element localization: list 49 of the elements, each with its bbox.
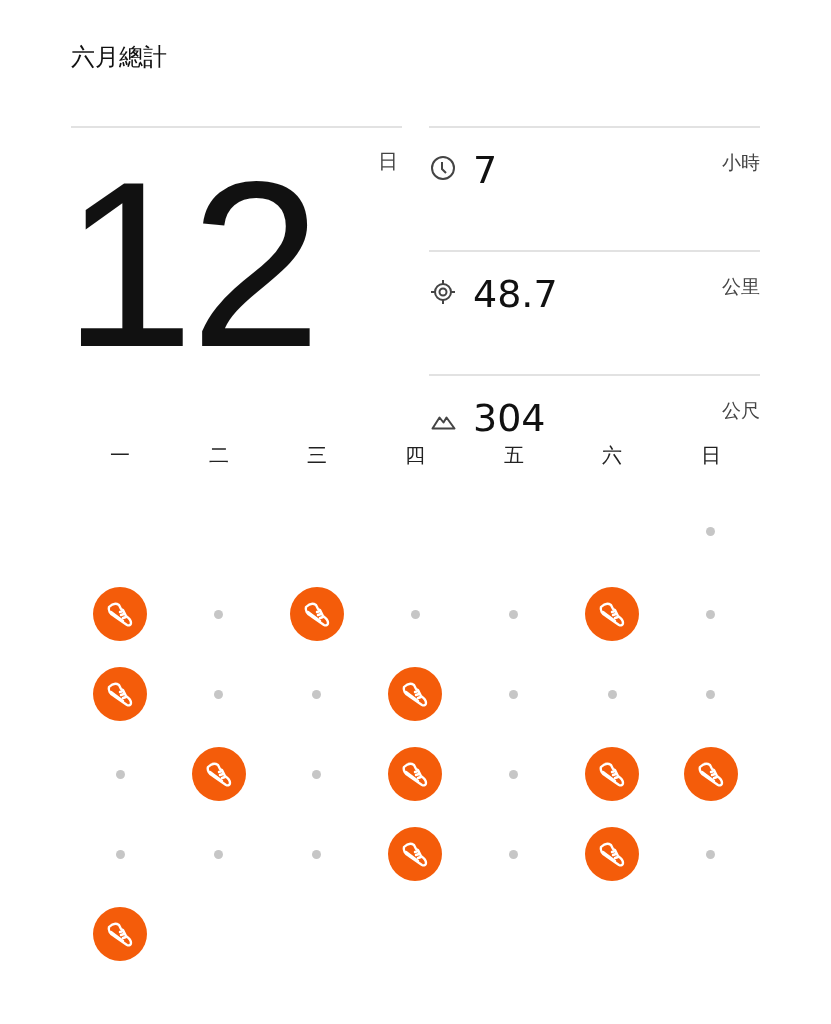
run-day-badge[interactable] [585,747,640,801]
day-dot [706,849,716,859]
weekday-label: 三 [306,442,327,469]
day-dot [312,689,322,699]
weekday-label: 五 [503,442,524,469]
day-dot [214,849,224,859]
run-day-badge[interactable] [388,747,443,801]
unit-label: 日 [378,148,398,175]
run-day-badge[interactable] [93,587,148,641]
run-day-badge[interactable] [93,907,148,961]
run-day-badge[interactable] [93,667,148,721]
days-count: 12 [63,146,318,382]
weekday-label: 二 [208,442,229,469]
day-dot [214,609,224,619]
weekday-label: 日 [700,442,721,469]
day-dot [312,769,322,779]
clock-icon [429,154,457,182]
run-day-badge[interactable] [289,587,344,641]
run-day-badge[interactable] [191,747,246,801]
day-dot [410,609,420,619]
day-dot [214,689,224,699]
run-day-badge[interactable] [388,827,443,881]
mountain-icon [431,416,456,430]
target-icon [429,278,457,306]
day-dot [115,849,125,859]
day-dot [509,769,519,779]
day-dot [607,689,617,699]
weekday-label: 六 [602,442,623,469]
day-dot [706,689,716,699]
run-day-badge[interactable] [388,667,443,721]
run-day-badge[interactable] [585,587,640,641]
day-dot [706,609,716,619]
day-dot [115,769,125,779]
stat-value: 304 [473,395,547,442]
day-dot [706,526,716,536]
day-dot [312,849,322,859]
stat-value: 7 [473,147,499,194]
day-dot [509,689,519,699]
run-day-badge[interactable] [585,827,640,881]
day-dot [509,849,519,859]
unit-label: 公尺 [722,398,760,423]
weekday-label: 一 [110,442,131,469]
day-dot [509,609,519,619]
unit-label: 小時 [722,150,760,175]
month-title: 六月總計 [71,42,168,73]
unit-label: 公里 [722,274,760,299]
run-day-badge[interactable] [683,747,738,801]
weekday-label: 四 [405,442,426,469]
stat-value: 48.7 [473,271,559,318]
